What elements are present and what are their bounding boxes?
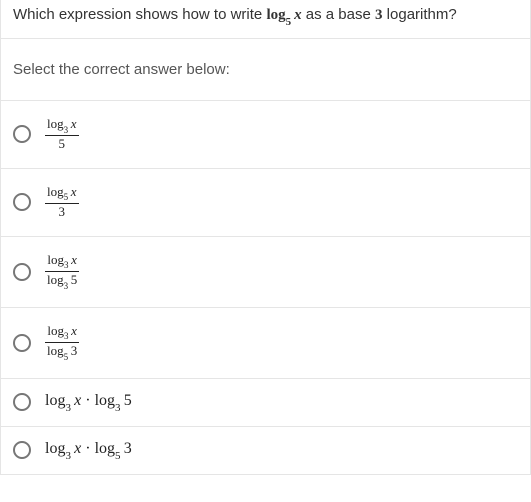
- answer-option-5[interactable]: log3 x · log3 5: [1, 379, 530, 427]
- answer-option-1[interactable]: log3 x 5: [1, 101, 530, 169]
- radio-icon: [13, 334, 31, 352]
- radio-icon: [13, 193, 31, 211]
- question-middle: as a base: [302, 6, 375, 23]
- answer-option-2[interactable]: log5 x 3: [1, 169, 530, 237]
- option-expression: log5 x 3: [45, 185, 79, 220]
- question-text: Which expression shows how to write log5…: [1, 0, 530, 39]
- option-expression: log3 x log5 3: [45, 324, 79, 362]
- option-expression: log3 x 5: [45, 117, 79, 152]
- option-expression: log3 x · log3 5: [45, 392, 132, 412]
- answer-option-4[interactable]: log3 x log5 3: [1, 308, 530, 379]
- radio-icon: [13, 393, 31, 411]
- option-expression: log3 x log3 5: [45, 253, 79, 291]
- prompt-text: Select the correct answer below:: [1, 39, 530, 101]
- question-log: log5 x: [266, 7, 301, 23]
- radio-icon: [13, 441, 31, 459]
- radio-icon: [13, 125, 31, 143]
- quiz-container: Which expression shows how to write log5…: [0, 0, 531, 475]
- answer-option-3[interactable]: log3 x log3 5: [1, 237, 530, 308]
- question-base: 3: [375, 7, 383, 23]
- option-expression: log3 x · log5 3: [45, 440, 132, 460]
- question-prefix: Which expression shows how to write: [13, 6, 266, 23]
- question-suffix: logarithm?: [383, 6, 457, 23]
- answer-option-6[interactable]: log3 x · log5 3: [1, 427, 530, 475]
- radio-icon: [13, 263, 31, 281]
